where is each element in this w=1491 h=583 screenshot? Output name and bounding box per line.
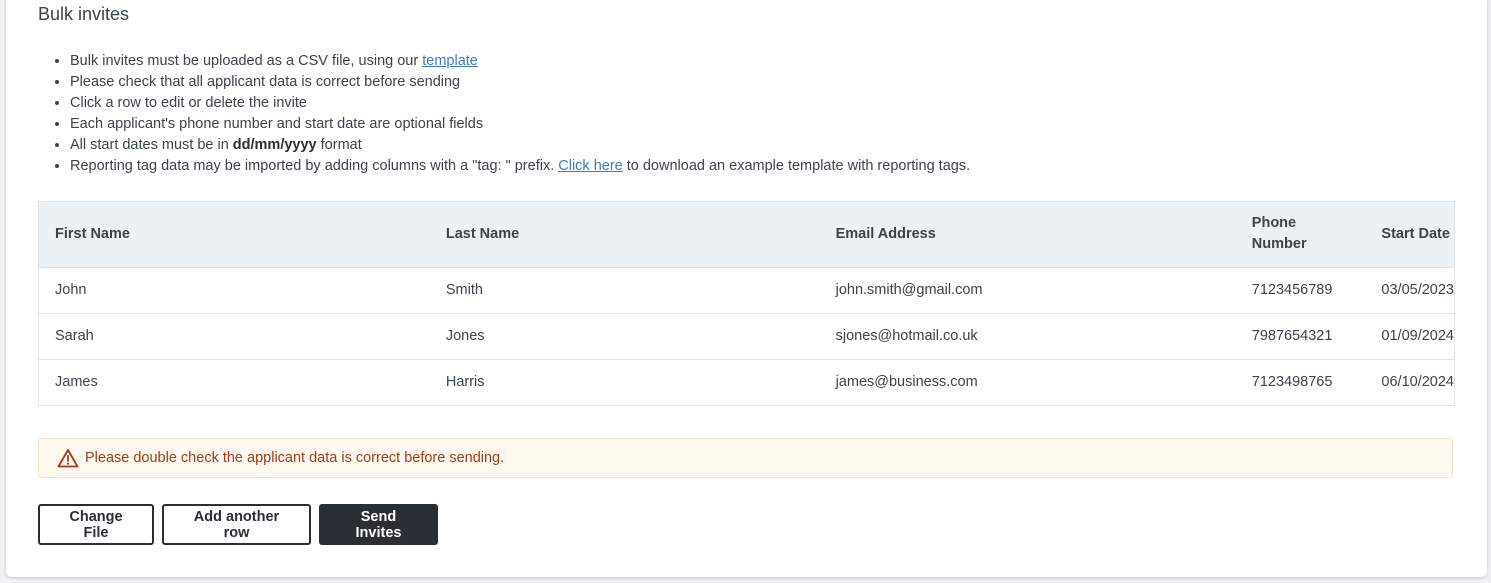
instruction-item: Bulk invites must be uploaded as a CSV f… <box>70 51 970 72</box>
change-file-button[interactable]: Change File <box>38 504 154 545</box>
cell-start-date: 01/09/2024 <box>1381 328 1454 344</box>
cell-last-name: Jones <box>445 328 485 344</box>
date-format: dd/mm/yyyy <box>232 137 317 153</box>
cell-phone: 7123456789 <box>1251 282 1333 298</box>
reporting-tags-template-link[interactable]: Click here <box>558 158 622 174</box>
instruction-item: Please check that all applicant data is … <box>70 72 970 93</box>
cell-email: john.smith@gmail.com <box>835 282 983 298</box>
instruction-item: All start dates must be in dd/mm/yyyy fo… <box>70 135 970 156</box>
cell-first-name: Sarah <box>55 328 94 344</box>
warning-banner: Please double check the applicant data i… <box>38 438 1453 478</box>
cell-phone: 7123498765 <box>1251 374 1333 391</box>
instruction-item: Each applicant's phone number and start … <box>70 114 970 135</box>
cell-start-date: 06/10/2024 <box>1381 374 1454 391</box>
table-row[interactable]: James Harris james@business.com 71234987… <box>39 359 1454 405</box>
warning-triangle-icon <box>39 448 85 468</box>
column-header-phone: Phone Number <box>1251 215 1307 253</box>
table-row[interactable]: John Smith john.smith@gmail.com 71234567… <box>39 267 1454 313</box>
cell-phone: 7987654321 <box>1251 328 1333 344</box>
cell-email: james@business.com <box>835 374 978 391</box>
cell-last-name: Smith <box>445 282 483 298</box>
cell-first-name: John <box>55 282 87 298</box>
column-header-first-name: First Name <box>55 225 130 242</box>
column-header-start-date: Start Date <box>1381 225 1450 242</box>
table-header-row: First Name Last Name Email Address Phone… <box>39 202 1454 267</box>
send-invites-button[interactable]: Send Invites <box>319 504 438 545</box>
column-header-last-name: Last Name <box>445 225 520 242</box>
instruction-item: Click a row to edit or delete the invite <box>70 93 970 114</box>
warning-text: Please double check the applicant data i… <box>85 450 505 466</box>
instruction-item: Reporting tag data may be imported by ad… <box>70 156 970 177</box>
add-another-row-button[interactable]: Add another row <box>162 504 311 545</box>
invites-table: First Name Last Name Email Address Phone… <box>39 202 1454 405</box>
cell-last-name: Harris <box>445 374 485 391</box>
template-link[interactable]: template <box>422 53 478 69</box>
invites-table-container: First Name Last Name Email Address Phone… <box>38 201 1455 406</box>
cell-start-date: 03/05/2023 <box>1381 282 1454 298</box>
cell-email: sjones@hotmail.co.uk <box>835 328 978 344</box>
bulk-invites-card: Bulk invites Bulk invites must be upload… <box>6 0 1487 577</box>
page-title: Bulk invites <box>38 4 130 24</box>
column-header-email: Email Address <box>835 225 936 242</box>
table-row[interactable]: Sarah Jones sjones@hotmail.co.uk 7987654… <box>39 313 1454 359</box>
cell-first-name: James <box>55 374 98 391</box>
instructions-list: Bulk invites must be uploaded as a CSV f… <box>38 51 970 177</box>
